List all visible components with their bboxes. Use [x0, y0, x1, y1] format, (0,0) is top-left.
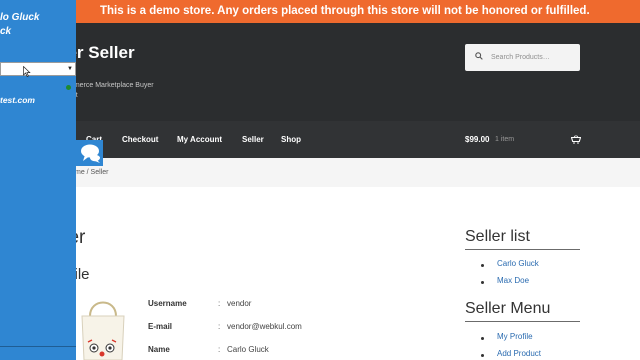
chat-toggle-button[interactable] — [76, 140, 103, 166]
search-icon — [475, 52, 483, 60]
seller-menu-heading: Seller Menu — [465, 299, 580, 322]
chat-divider — [0, 346, 76, 347]
email-colon: : — [218, 322, 221, 331]
list-bullet — [481, 337, 484, 340]
list-bullet — [481, 264, 484, 267]
nav-item-my-account[interactable]: My Account — [177, 121, 222, 158]
chat-bubble-icon — [81, 144, 100, 163]
search-input[interactable]: Search Products… — [465, 44, 580, 71]
email-label: E-mail — [148, 322, 173, 331]
list-bullet — [481, 354, 484, 357]
name-value: Carlo Gluck — [227, 345, 269, 354]
seller-link-carlo-gluck[interactable]: Carlo Gluck — [497, 258, 539, 270]
tote-bag-image — [81, 301, 125, 360]
site-tagline-line2: hat — [68, 91, 168, 101]
list-bullet — [481, 281, 484, 284]
chat-seller-name-line1: lo Gluck — [0, 12, 40, 23]
search-placeholder: Search Products… — [491, 54, 550, 61]
site-header: ver Seller at mmerce Marketplace Buyer h… — [0, 23, 640, 121]
chat-status-select[interactable]: ▼ — [0, 62, 76, 76]
seller-list-heading: Seller list — [465, 227, 580, 250]
email-value: vendor@webkul.com — [227, 322, 302, 331]
menu-link-add-product[interactable]: Add Product — [497, 348, 541, 360]
chat-panel: lo Gluck ck ▼ test.com — [0, 0, 76, 360]
site-tagline: mmerce Marketplace Buyer hat — [68, 81, 168, 101]
name-label: Name — [148, 345, 170, 354]
mouse-cursor-icon — [23, 66, 31, 77]
name-colon: : — [218, 345, 221, 354]
cart-count[interactable]: 1 item — [495, 121, 514, 158]
cart-amount[interactable]: $99.00 — [465, 121, 489, 158]
online-status-dot — [66, 85, 71, 90]
seller-link-max-doe[interactable]: Max Doe — [497, 275, 529, 287]
nav-item-shop[interactable]: Shop — [281, 121, 301, 158]
demo-store-notice: This is a demo store. Any orders placed … — [0, 0, 640, 23]
chat-seller-name: lo Gluck ck — [0, 11, 70, 39]
chat-seller-name-line2: ck — [0, 26, 12, 37]
cart-icon[interactable] — [571, 135, 581, 144]
username-colon: : — [218, 299, 221, 308]
chevron-down-icon: ▼ — [67, 66, 73, 72]
username-value: vendor — [227, 299, 252, 308]
nav-item-checkout[interactable]: Checkout — [122, 121, 158, 158]
menu-link-my-profile[interactable]: My Profile — [497, 331, 533, 343]
nav-item-seller[interactable]: Seller — [242, 121, 264, 158]
username-label: Username — [148, 299, 187, 308]
site-tagline-line1: mmerce Marketplace Buyer — [68, 82, 154, 89]
chat-seller-email: test.com — [0, 95, 35, 105]
